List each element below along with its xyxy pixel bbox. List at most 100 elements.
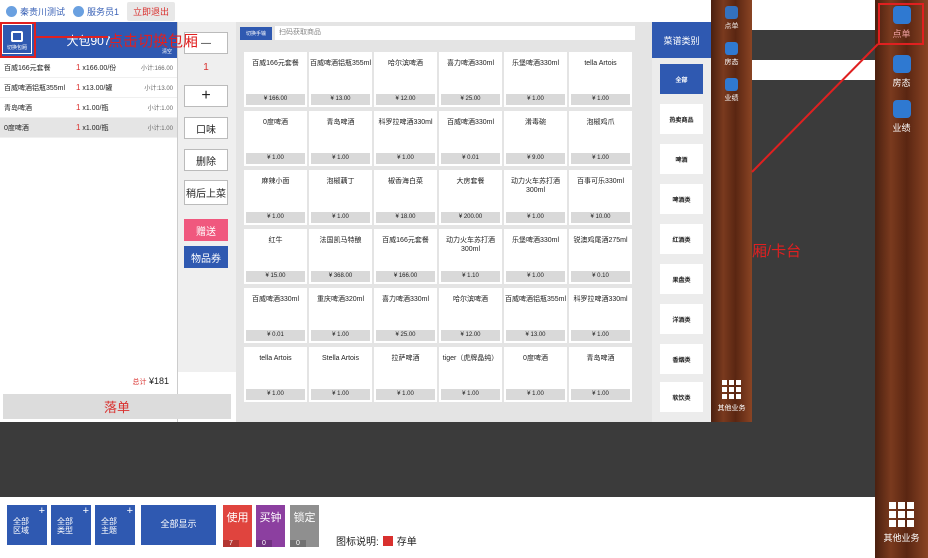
- filter-type-button[interactable]: + 全部 类型: [51, 505, 91, 545]
- scan-input[interactable]: 扫码获取商品: [275, 26, 636, 40]
- menu-item-card[interactable]: 哈尔滨啤酒 ¥ 12.00: [439, 288, 502, 343]
- inner-nav-performance[interactable]: 业绩: [711, 78, 752, 103]
- menu-item-name: 哈尔滨啤酒: [388, 60, 423, 67]
- coupon-button[interactable]: 物品券: [184, 246, 228, 268]
- menu-item-card[interactable]: 红牛 ¥ 15.00: [244, 229, 307, 284]
- menu-item-card[interactable]: 锐澳鸡尾酒275ml ¥ 0.10: [569, 229, 632, 284]
- menu-item-card[interactable]: 百威166元套餐 ¥ 166.00: [374, 229, 437, 284]
- menu-item-card[interactable]: 科罗拉啤酒330ml ¥ 1.00: [569, 288, 632, 343]
- logout-button[interactable]: 立即退出: [127, 1, 176, 21]
- order-item[interactable]: 青岛啤酒 1 x1.00/瓶 小计:1.00: [0, 98, 177, 118]
- menu-item-card[interactable]: 重庆啤酒320ml ¥ 1.00: [309, 288, 372, 343]
- menu-item-card[interactable]: Stella Artois ¥ 1.00: [309, 347, 372, 402]
- menu-item-card[interactable]: 百威啤酒铝瓶355ml ¥ 13.00: [309, 52, 372, 107]
- menu-item-card[interactable]: 淆毒碗 ¥ 9.00: [504, 111, 567, 166]
- performance-icon: [892, 100, 911, 118]
- status-buy-button[interactable]: 买钟 0: [256, 505, 285, 547]
- menu-item-name: 百威啤酒铝瓶355ml: [504, 296, 567, 303]
- menu-item-card[interactable]: 动力火车苏打酒300ml ¥ 1.00: [504, 170, 567, 225]
- menu-item-name: tella Artois: [584, 60, 617, 67]
- menu-item-card[interactable]: 0度啤酒 ¥ 1.00: [504, 347, 567, 402]
- operator-name: 秦贵川测试: [20, 6, 66, 17]
- waiter-name: 服务员1: [87, 6, 120, 17]
- menu-item-price: ¥ 25.00: [376, 330, 435, 341]
- menu-item-card[interactable]: 动力火车苏打酒300ml ¥ 1.10: [439, 229, 502, 284]
- inner-other-business[interactable]: 其他业务: [711, 380, 752, 413]
- menu-item-card[interactable]: 喜力啤酒330ml ¥ 25.00: [374, 288, 437, 343]
- menu-item-card[interactable]: 泡椒鸡爪 ¥ 1.00: [569, 111, 632, 166]
- place-order-button[interactable]: 落单: [3, 394, 231, 419]
- menu-item-card[interactable]: 青岛啤酒 ¥ 1.00: [309, 111, 372, 166]
- delete-button[interactable]: 删除: [184, 149, 228, 171]
- status-use-button[interactable]: 使用 7: [223, 505, 252, 547]
- category-item[interactable]: 热卖商品: [660, 104, 703, 134]
- outer-sidebar: 点单 房态 业绩 其他业务: [875, 0, 928, 558]
- menu-item-card[interactable]: 百威啤酒330ml ¥ 0.01: [439, 111, 502, 166]
- increase-qty-button[interactable]: +: [184, 85, 228, 107]
- status-lock-count: 0: [290, 540, 306, 547]
- gift-button[interactable]: 赠送: [184, 219, 228, 241]
- menu-item-card[interactable]: tella Artois ¥ 1.00: [244, 347, 307, 402]
- order-item[interactable]: 百威啤酒铝瓶355ml 1 x13.00/罐 小计:13.00: [0, 78, 177, 98]
- menu-item-card[interactable]: 科罗拉啤酒330ml ¥ 1.00: [374, 111, 437, 166]
- menu-item-card[interactable]: 泡椒藕丁 ¥ 1.00: [309, 170, 372, 225]
- order-item[interactable]: 百威166元套餐 1 x166.00/份 小计:166.00: [0, 58, 177, 78]
- room-title: 大包907: [66, 33, 111, 48]
- category-header: 菜谱类别: [652, 22, 711, 58]
- category-item[interactable]: 洋酒类: [660, 304, 703, 334]
- menu-item-price: ¥ 1.00: [311, 212, 370, 223]
- menu-item-card[interactable]: 喜力啤酒330ml ¥ 25.00: [439, 52, 502, 107]
- inner-nav-room-status[interactable]: 房态: [711, 42, 752, 67]
- inner-nav-order[interactable]: 点单: [711, 6, 752, 31]
- menu-item-card[interactable]: 乐堡啤酒330ml ¥ 1.00: [504, 52, 567, 107]
- menu-item-card[interactable]: 大房套餐 ¥ 200.00: [439, 170, 502, 225]
- order-item-selected[interactable]: 0度啤酒 1 x1.00/瓶 小计:1.00: [0, 118, 177, 138]
- menu-item-card[interactable]: 百威166元套餐 ¥ 166.00: [244, 52, 307, 107]
- serve-later-button[interactable]: 稍后上菜: [184, 180, 228, 205]
- menu-item-name: 喜力啤酒330ml: [446, 60, 495, 67]
- status-lock-button[interactable]: 锁定 0: [290, 505, 319, 547]
- outer-nav-room-status[interactable]: 房态: [878, 55, 925, 89]
- outer-other-business[interactable]: 其他业务: [878, 502, 925, 544]
- outer-nav-performance[interactable]: 业绩: [878, 100, 925, 134]
- menu-item-name: 麻辣小面: [261, 178, 290, 185]
- menu-item-name: 百威166元套餐: [252, 60, 299, 67]
- menu-item-card[interactable]: 麻辣小面 ¥ 1.00: [244, 170, 307, 225]
- menu-item-price: ¥ 1.00: [376, 389, 435, 400]
- menu-item-price: ¥ 10.00: [571, 212, 630, 223]
- menu-item-card[interactable]: 乐堡啤酒330ml ¥ 1.00: [504, 229, 567, 284]
- taste-button[interactable]: 口味: [184, 117, 228, 139]
- menu-item-card[interactable]: 百事可乐330ml ¥ 10.00: [569, 170, 632, 225]
- category-item[interactable]: 香烟类: [660, 344, 703, 374]
- filter-theme-button[interactable]: + 全部 主题: [95, 505, 135, 545]
- inner-nav-label: 房态: [724, 59, 739, 66]
- menu-item-card[interactable]: 0度啤酒 ¥ 1.00: [244, 111, 307, 166]
- menu-item-price: ¥ 18.00: [376, 212, 435, 223]
- menu-item-price: ¥ 25.00: [441, 94, 500, 105]
- menu-item-card[interactable]: 青岛啤酒 ¥ 1.00: [569, 347, 632, 402]
- switch-input-button[interactable]: 切换手输: [240, 26, 273, 40]
- filter-area-label-1: 全部: [13, 517, 29, 526]
- legend: 图标说明: 存单: [336, 533, 417, 548]
- menu-item-name: 红牛: [268, 237, 283, 244]
- filter-area-button[interactable]: + 全部 区域: [7, 505, 47, 545]
- category-item[interactable]: 全部: [660, 64, 703, 94]
- menu-item-card[interactable]: 百威啤酒铝瓶355ml ¥ 13.00: [504, 288, 567, 343]
- menu-item-price: ¥ 12.00: [376, 94, 435, 105]
- menu-item-card[interactable]: 拉萨啤酒 ¥ 1.00: [374, 347, 437, 402]
- menu-item-card[interactable]: tiger（虎牌晶纯） ¥ 1.00: [439, 347, 502, 402]
- menu-item-card[interactable]: 哈尔滨啤酒 ¥ 12.00: [374, 52, 437, 107]
- category-item[interactable]: 软饮类: [660, 382, 703, 412]
- menu-item-card[interactable]: 椒香海白菜 ¥ 18.00: [374, 170, 437, 225]
- menu-item-name: 科罗拉啤酒330ml: [573, 296, 628, 303]
- backdrop-panel: [752, 60, 875, 80]
- category-item[interactable]: 果盘类: [660, 264, 703, 294]
- category-item[interactable]: 啤酒类: [660, 184, 703, 214]
- menu-item-card[interactable]: tella Artois ¥ 1.00: [569, 52, 632, 107]
- show-all-button[interactable]: 全部显示: [141, 505, 216, 545]
- menu-item-card[interactable]: 法国凯马特酿 ¥ 368.00: [309, 229, 372, 284]
- backdrop-strip: [0, 422, 875, 497]
- category-item[interactable]: 啤酒: [660, 144, 703, 174]
- category-item[interactable]: 红酒类: [660, 224, 703, 254]
- menu-item-card[interactable]: 百威啤酒330ml ¥ 0.01: [244, 288, 307, 343]
